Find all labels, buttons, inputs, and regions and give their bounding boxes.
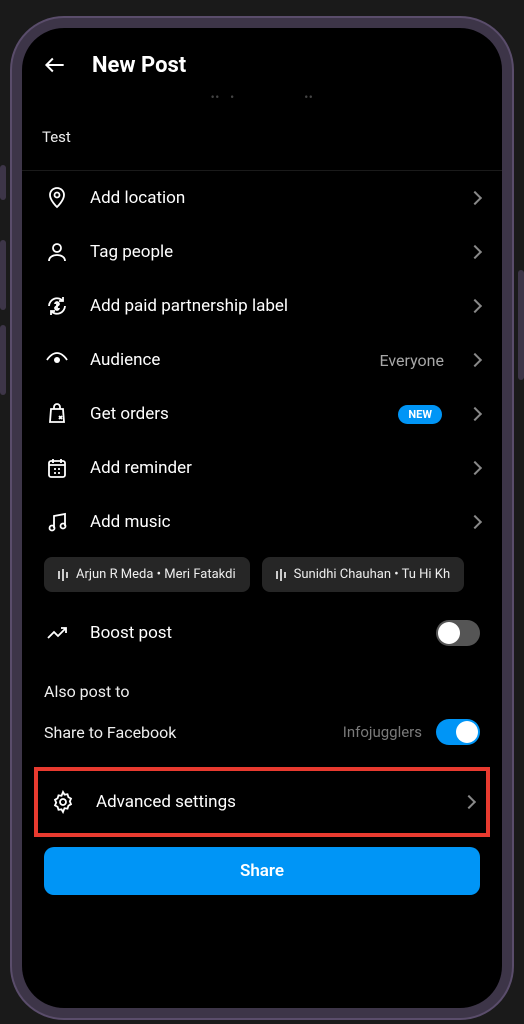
page-title: New Post xyxy=(92,53,186,78)
row-label: Tag people xyxy=(90,242,450,262)
chevron-right-icon xyxy=(462,795,476,809)
row-label: Boost post xyxy=(90,623,416,643)
app-screen: New Post •• • •• Test Add location Tag p… xyxy=(22,28,502,1008)
music-chip-label: Sunidhi Chauhan • Tu Hi Kh xyxy=(294,567,450,582)
refresh-dollar-icon xyxy=(44,293,70,319)
audio-wave-icon xyxy=(58,569,68,581)
row-label: Advanced settings xyxy=(96,792,444,812)
chevron-right-icon xyxy=(468,299,482,313)
row-get-orders[interactable]: Get orders NEW xyxy=(22,387,502,441)
header: New Post xyxy=(22,28,502,90)
back-button[interactable] xyxy=(42,52,68,78)
chevron-right-icon xyxy=(468,191,482,205)
facebook-toggle[interactable] xyxy=(436,719,480,745)
row-share-facebook[interactable]: Share to Facebook Infojugglers xyxy=(22,709,502,763)
row-advanced-settings[interactable]: Advanced settings xyxy=(38,771,486,833)
chevron-right-icon xyxy=(468,353,482,367)
row-add-reminder[interactable]: Add reminder xyxy=(22,441,502,495)
row-label: Get orders xyxy=(90,404,378,424)
row-audience[interactable]: Audience Everyone xyxy=(22,333,502,387)
audience-value: Everyone xyxy=(380,351,444,370)
boost-toggle[interactable] xyxy=(436,620,480,646)
chevron-right-icon xyxy=(468,245,482,259)
calendar-icon xyxy=(44,455,70,481)
music-chip[interactable]: Arjun R Meda • Meri Fatakdi xyxy=(44,557,250,592)
options-list: Add location Tag people Add paid partner… xyxy=(22,171,502,1008)
row-add-location[interactable]: Add location xyxy=(22,171,502,225)
trending-up-icon xyxy=(44,620,70,646)
row-label: Add music xyxy=(90,512,450,532)
row-label: Add location xyxy=(90,188,450,208)
chevron-right-icon xyxy=(468,407,482,421)
row-label: Add reminder xyxy=(90,458,450,478)
row-tag-people[interactable]: Tag people xyxy=(22,225,502,279)
shopping-bag-icon xyxy=(44,401,70,427)
person-icon xyxy=(44,239,70,265)
music-suggestions: Arjun R Meda • Meri Fatakdi Sunidhi Chau… xyxy=(22,549,502,606)
row-boost-post[interactable]: Boost post xyxy=(22,606,502,660)
music-chip[interactable]: Sunidhi Chauhan • Tu Hi Kh xyxy=(262,557,464,592)
preview-placeholder: •• • •• xyxy=(22,90,502,118)
advanced-settings-highlight: Advanced settings xyxy=(34,767,490,837)
facebook-account-name: Infojugglers xyxy=(343,723,422,741)
new-badge: NEW xyxy=(398,405,442,424)
crosspost-section-title: Also post to xyxy=(22,660,502,709)
row-paid-partnership[interactable]: Add paid partnership label xyxy=(22,279,502,333)
location-pin-icon xyxy=(44,185,70,211)
row-add-music[interactable]: Add music xyxy=(22,495,502,549)
caption-input[interactable]: Test xyxy=(22,118,502,170)
eye-icon xyxy=(44,347,70,373)
music-note-icon xyxy=(44,509,70,535)
facebook-share-label: Share to Facebook xyxy=(44,723,176,742)
gear-icon xyxy=(50,789,76,815)
chevron-right-icon xyxy=(468,515,482,529)
row-label: Audience xyxy=(90,350,360,370)
music-chip-label: Arjun R Meda • Meri Fatakdi xyxy=(76,567,236,582)
row-label: Add paid partnership label xyxy=(90,296,450,316)
share-button[interactable]: Share xyxy=(44,847,480,895)
phone-frame: New Post •• • •• Test Add location Tag p… xyxy=(12,18,512,1018)
audio-wave-icon xyxy=(276,569,286,581)
chevron-right-icon xyxy=(468,461,482,475)
